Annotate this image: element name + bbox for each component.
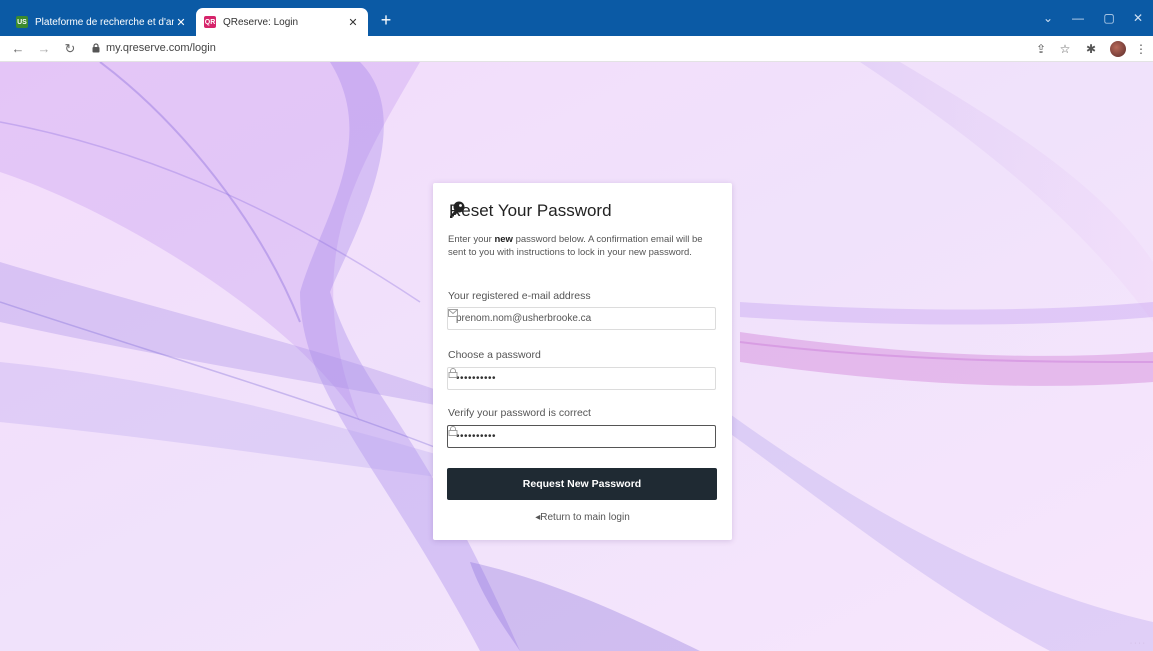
- reload-icon[interactable]: ↻: [60, 39, 80, 59]
- email-field[interactable]: prenom.nom@usherbrooke.ca: [447, 307, 716, 330]
- close-tab-icon[interactable]: ✕: [346, 16, 360, 29]
- verify-password-field[interactable]: ••••••••••: [447, 425, 716, 448]
- reset-password-card: Reset Your Password Enter your new passw…: [433, 183, 732, 540]
- browser-menu-icon[interactable]: ⋮: [1132, 40, 1150, 58]
- browser-tab-bar: US Plateforme de recherche et d'an ✕ QR …: [0, 0, 1153, 36]
- profile-avatar[interactable]: [1110, 41, 1126, 57]
- card-title: Reset Your Password: [449, 201, 612, 221]
- email-value: prenom.nom@usherbrooke.ca: [456, 313, 592, 324]
- browser-toolbar: ← → ↻ my.qreserve.com/login ⇪ ☆ ✱ ⋮: [0, 36, 1153, 62]
- extensions-puzzle-icon[interactable]: ✱: [1082, 40, 1100, 58]
- instructions-bold: new: [494, 234, 513, 245]
- password-field[interactable]: ••••••••••: [447, 367, 716, 390]
- close-window-button[interactable]: ✕: [1120, 0, 1153, 36]
- envelope-icon: [448, 309, 458, 317]
- tab-plateforme[interactable]: US Plateforme de recherche et d'an ✕: [8, 8, 196, 36]
- login-page: · · · · Reset Your Password Enter your n…: [0, 62, 1153, 651]
- email-label: Your registered e-mail address: [448, 290, 591, 302]
- padlock-icon: [448, 368, 458, 378]
- password-value: ••••••••••: [456, 373, 497, 384]
- tab-title: QReserve: Login: [223, 16, 299, 28]
- address-bar[interactable]: my.qreserve.com/login: [106, 42, 216, 54]
- padlock-icon: [448, 426, 458, 436]
- card-title-text: Reset Your Password: [449, 201, 612, 220]
- new-tab-button[interactable]: +: [376, 10, 396, 30]
- tab-favicon-icon: US: [16, 16, 28, 28]
- request-new-password-button[interactable]: Request New Password: [447, 468, 717, 500]
- share-icon[interactable]: ⇪: [1032, 40, 1050, 58]
- verify-password-label: Verify your password is correct: [448, 407, 591, 419]
- verify-password-value: ••••••••••: [456, 431, 497, 442]
- tab-favicon-icon: QR: [204, 16, 216, 28]
- lock-icon: [92, 43, 100, 53]
- tab-qreserve-login[interactable]: QR QReserve: Login ✕: [196, 8, 368, 36]
- instructions-text: Enter your new password below. A confirm…: [448, 234, 720, 259]
- close-tab-icon[interactable]: ✕: [174, 16, 188, 29]
- back-arrow-icon[interactable]: ←: [8, 39, 28, 59]
- background-credit: · · · ·: [1129, 640, 1145, 647]
- forward-arrow-icon[interactable]: →: [34, 39, 54, 59]
- return-link-label: Return to main login: [540, 512, 630, 523]
- return-to-login-link[interactable]: ◂Return to main login: [433, 512, 732, 523]
- bookmark-star-icon[interactable]: ☆: [1056, 40, 1074, 58]
- password-label: Choose a password: [448, 349, 541, 361]
- tab-title: Plateforme de recherche et d'an: [35, 16, 174, 28]
- key-icon: [450, 201, 465, 218]
- instructions-part: Enter your: [448, 234, 495, 245]
